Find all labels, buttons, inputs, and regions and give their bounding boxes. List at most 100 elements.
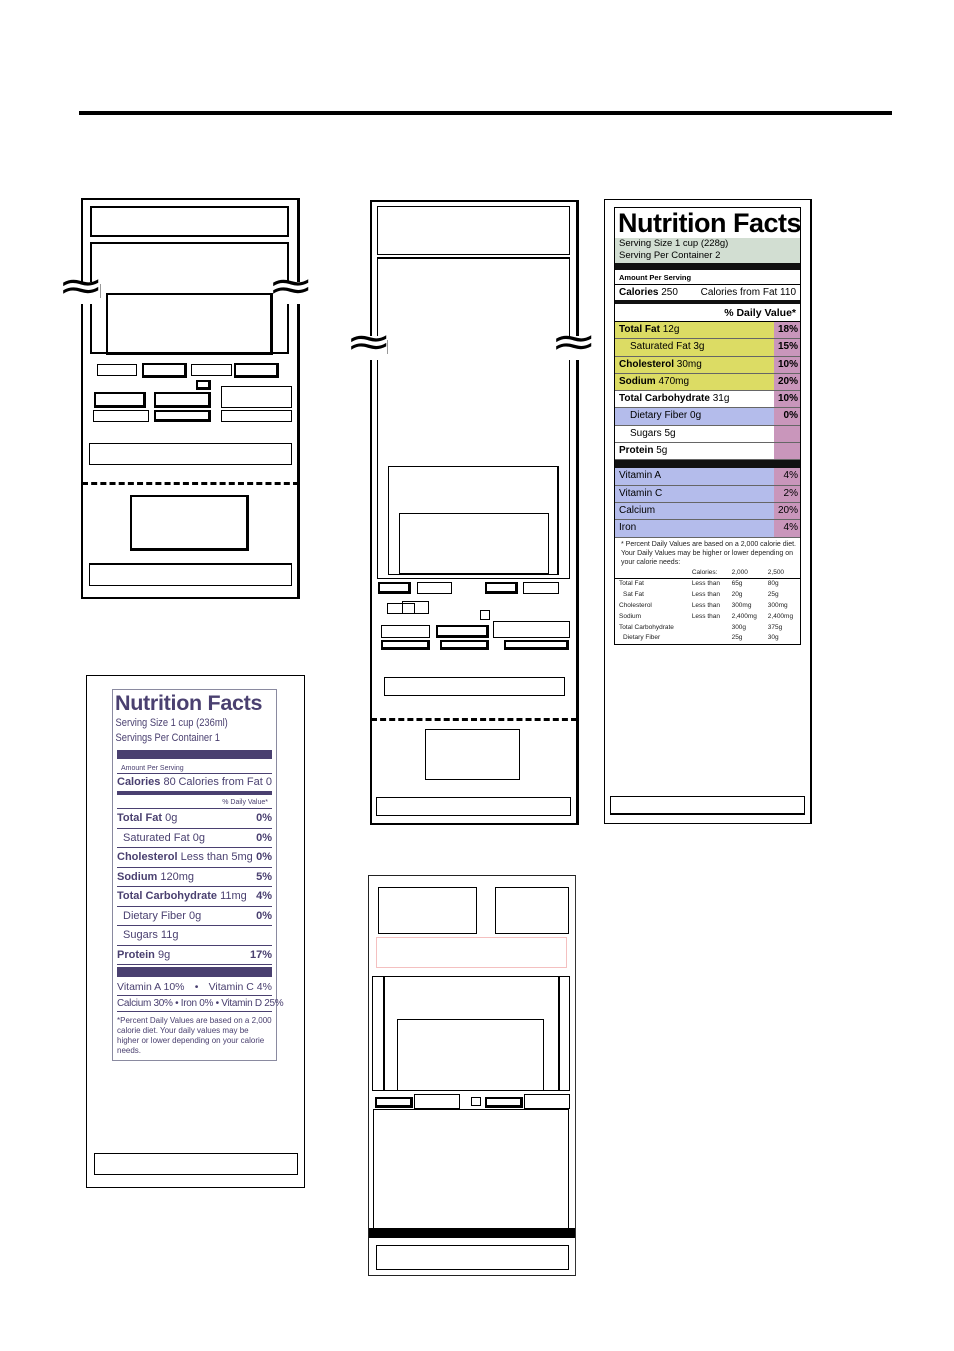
nutrient-amount: 0g [189, 909, 202, 922]
nutrient-name: Total Carbohydrate [117, 890, 218, 902]
package-a-bottom-bar [89, 563, 292, 586]
package-b-field [417, 582, 452, 594]
dv-table-cell [615, 567, 688, 580]
nutrient-percent: 0% [256, 831, 272, 844]
nutrient-label: Total Carbohydrate 11mg [117, 887, 256, 906]
nutrient-name: Total Fat [117, 812, 163, 824]
nutrient-amount: 470mg [658, 375, 690, 387]
dv-table-cell: Less than [691, 580, 720, 588]
vitamin-name: Vitamin A [619, 470, 662, 482]
nutrient-label: Sugars 5g [615, 426, 774, 442]
package-b-info-bar [384, 677, 565, 696]
dv-table-cell: 300mg [731, 601, 752, 609]
package-b-field [440, 640, 489, 650]
dv-table-cell: Calories: [687, 567, 728, 580]
nutrient-label: Saturated Fat 0g [117, 829, 256, 848]
nutrient-percent: 17% [249, 948, 272, 961]
package-a-small-box [196, 380, 211, 390]
dv-table-row: Sat Fat Less than 20g 25g [615, 590, 800, 601]
nutrient-name: Sodium [619, 375, 656, 387]
calories-value: 80 [163, 776, 176, 788]
package-b-break-line [387, 340, 388, 354]
calories-value: 250 [661, 287, 678, 298]
dv-table-cell: 30g [767, 634, 779, 642]
package-b-top-panel [377, 206, 570, 255]
package-e-side-line-right [558, 976, 560, 1091]
nutrient-amount: 120mg [160, 870, 195, 883]
calories-row: Calories 80 Calories from Fat 0 [114, 774, 275, 791]
nutrient-percent: 15% [774, 339, 800, 356]
dv-table-cell: 300g [731, 623, 747, 631]
calories-label: Calories [619, 287, 659, 298]
amount-per-serving: Amount Per Serving [117, 765, 272, 774]
nutrient-name: Protein [117, 948, 155, 961]
nutrient-row: Sugars 11g [117, 926, 272, 946]
nutrient-amount: 30mg [676, 358, 702, 370]
nutrient-percent: 4% [256, 890, 272, 902]
nutrient-amount: 11g [160, 929, 179, 941]
dv-table-cell: 2,500 [763, 567, 800, 580]
package-b-small-box [480, 610, 490, 620]
package-b-window-inner [399, 513, 549, 575]
nutrient-row: Sugars 5g [615, 425, 800, 444]
nutrient-name: Sodium [117, 870, 158, 883]
dv-table-cell: 300mg [767, 601, 788, 609]
dv-table-cell: 25g [767, 591, 779, 599]
nutrient-label: Sodium 120mg [117, 868, 256, 887]
dv-table-row: Sodium Less than 2,400mg 2,400mg [615, 612, 800, 623]
nutrient-label: Sodium 470mg [615, 374, 774, 390]
nutrient-label: Protein 5g [615, 443, 774, 459]
dv-table-cell: 2,400mg [731, 612, 757, 620]
package-a-label-area [130, 495, 249, 551]
nutrient-row: Saturated Fat 3g 15% [615, 339, 800, 357]
footnote: * Percent Daily Values are based on a 2,… [621, 540, 796, 566]
package-b-field [402, 601, 429, 614]
nutrient-amount: 0g [192, 831, 205, 844]
package-c-bottom-bar [610, 796, 805, 815]
dv-table-cell: 20g [731, 591, 743, 599]
nutrient-row: Protein 9g 17% [117, 946, 272, 965]
nutrient-label: Dietary Fiber 0g [615, 408, 774, 424]
break-mark-icon: ≈ [267, 263, 315, 309]
daily-value-header: % Daily Value* [117, 795, 272, 809]
nutrient-name: Sugars [630, 427, 662, 439]
bullet: • [194, 981, 199, 993]
break-mark-icon: ≈ [57, 263, 105, 309]
nutrient-row: Total Carbohydrate 31g 10% [615, 391, 800, 409]
package-a-fold-line [82, 482, 299, 485]
package-e-field [485, 1097, 523, 1108]
package-a-field [221, 410, 292, 422]
package-a-break-line [100, 284, 101, 298]
package-a-field [94, 392, 146, 408]
package-b-field [436, 625, 489, 638]
calories-from-fat: Calories from Fat 110 [700, 287, 796, 298]
package-b-bottom-bar [376, 797, 571, 816]
nutrient-label: Dietary Fiber 0g [117, 907, 256, 926]
nutrient-rows: Total Fat 0g 0% Saturated Fat 0g 0% Choleste… [113, 809, 276, 965]
package-b-label-area [425, 729, 520, 780]
dv-table-cell [688, 623, 728, 634]
nutrient-name: Protein [619, 445, 654, 457]
vitamin-line-2: Calcium 30% • Iron 0% • Vitamin D 25% [117, 996, 284, 1012]
dv-table-cell: Sodium [619, 612, 642, 620]
package-a-field [221, 386, 292, 408]
thick-divider [117, 750, 272, 759]
nutrient-amount: 3g [693, 341, 705, 353]
nutrient-name: Dietary Fiber [630, 410, 688, 422]
vitamin-name: Calcium [619, 504, 656, 516]
package-e-field [375, 1097, 413, 1108]
dv-table-cell: Dietary Fiber [623, 634, 661, 642]
dv-table-row: Calories: 2,000 2,500 [615, 567, 800, 580]
thick-divider [615, 460, 800, 469]
label-title: Nutrition Facts [115, 691, 263, 715]
label-title: Nutrition Facts [618, 208, 802, 238]
nutrient-label: Protein 9g [117, 946, 250, 965]
vitamin-row: Iron 4% [615, 520, 800, 538]
nutrient-percent: 0% [256, 851, 272, 863]
package-b-field [381, 625, 430, 638]
nutrient-percent: 10% [774, 391, 800, 408]
package-e-side-line-left [383, 976, 385, 1091]
nutrient-row: Dietary Fiber 0g 0% [117, 907, 272, 926]
header-rule [79, 111, 892, 115]
nutrient-percent: 0% [256, 909, 272, 922]
